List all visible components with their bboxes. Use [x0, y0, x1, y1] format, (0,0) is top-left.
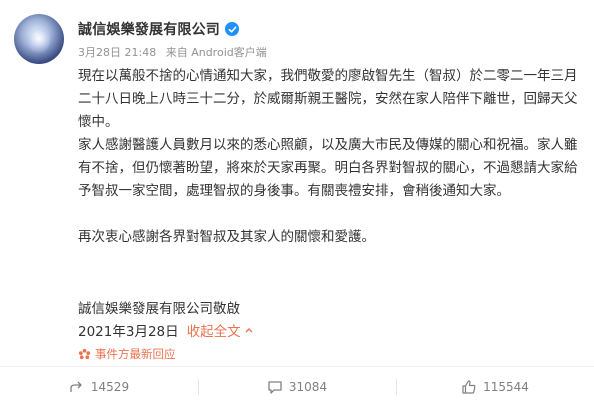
post-date-row: 2021年3月28日 收起全文: [78, 320, 255, 340]
event-flower-icon: [78, 348, 91, 359]
post-meta: 3月28日 21:48 来自 Android客户端: [78, 44, 273, 60]
author-row: 誠信娛樂發展有限公司: [78, 19, 239, 39]
comment-button[interactable]: 31084: [198, 367, 396, 407]
thumbs-up-icon: [462, 380, 476, 394]
share-icon: [70, 381, 82, 392]
collapse-button[interactable]: 收起全文: [187, 320, 255, 340]
verified-badge-icon: [225, 22, 239, 36]
post-timestamp[interactable]: 3月28日 21:48: [78, 46, 156, 59]
share-count: 14529: [90, 380, 130, 394]
comment-icon: [268, 381, 282, 394]
post-source: 来自 Android客户端: [165, 46, 267, 59]
comment-count: 31084: [288, 380, 328, 394]
chevron-up-icon: [245, 328, 253, 333]
event-response-link[interactable]: 事件方最新回应: [78, 346, 176, 362]
author-name[interactable]: 誠信娛樂發展有限公司: [78, 19, 220, 39]
post-date: 2021年3月28日: [78, 324, 179, 340]
event-response-label: 事件方最新回应: [95, 347, 176, 361]
post-signoff: 誠信娛樂發展有限公司敬啟: [78, 301, 240, 317]
like-count: 115544: [483, 380, 529, 394]
like-button[interactable]: 115544: [396, 367, 594, 407]
avatar[interactable]: [14, 14, 64, 64]
post-content: 現在以萬般不捨的心情通知大家，我們敬愛的廖啟智先生（智叔）於二零二一年三月二十八…: [78, 65, 578, 249]
action-bar: 14529 31084 115544: [0, 367, 594, 407]
post-paragraph-3: 再次衷心感謝各界對智叔及其家人的關懷和愛護。: [78, 229, 375, 245]
post-paragraph-1: 現在以萬般不捨的心情通知大家，我們敬愛的廖啟智先生（智叔）於二零二一年三月二十八…: [78, 68, 578, 130]
collapse-label: 收起全文: [186, 324, 241, 340]
share-button[interactable]: 14529: [0, 367, 198, 407]
post-paragraph-2: 家人感謝醫護人員數月以來的悉心照顧，以及廣大市民及傳媒的關心和祝福。家人雖有不捨…: [78, 137, 578, 199]
